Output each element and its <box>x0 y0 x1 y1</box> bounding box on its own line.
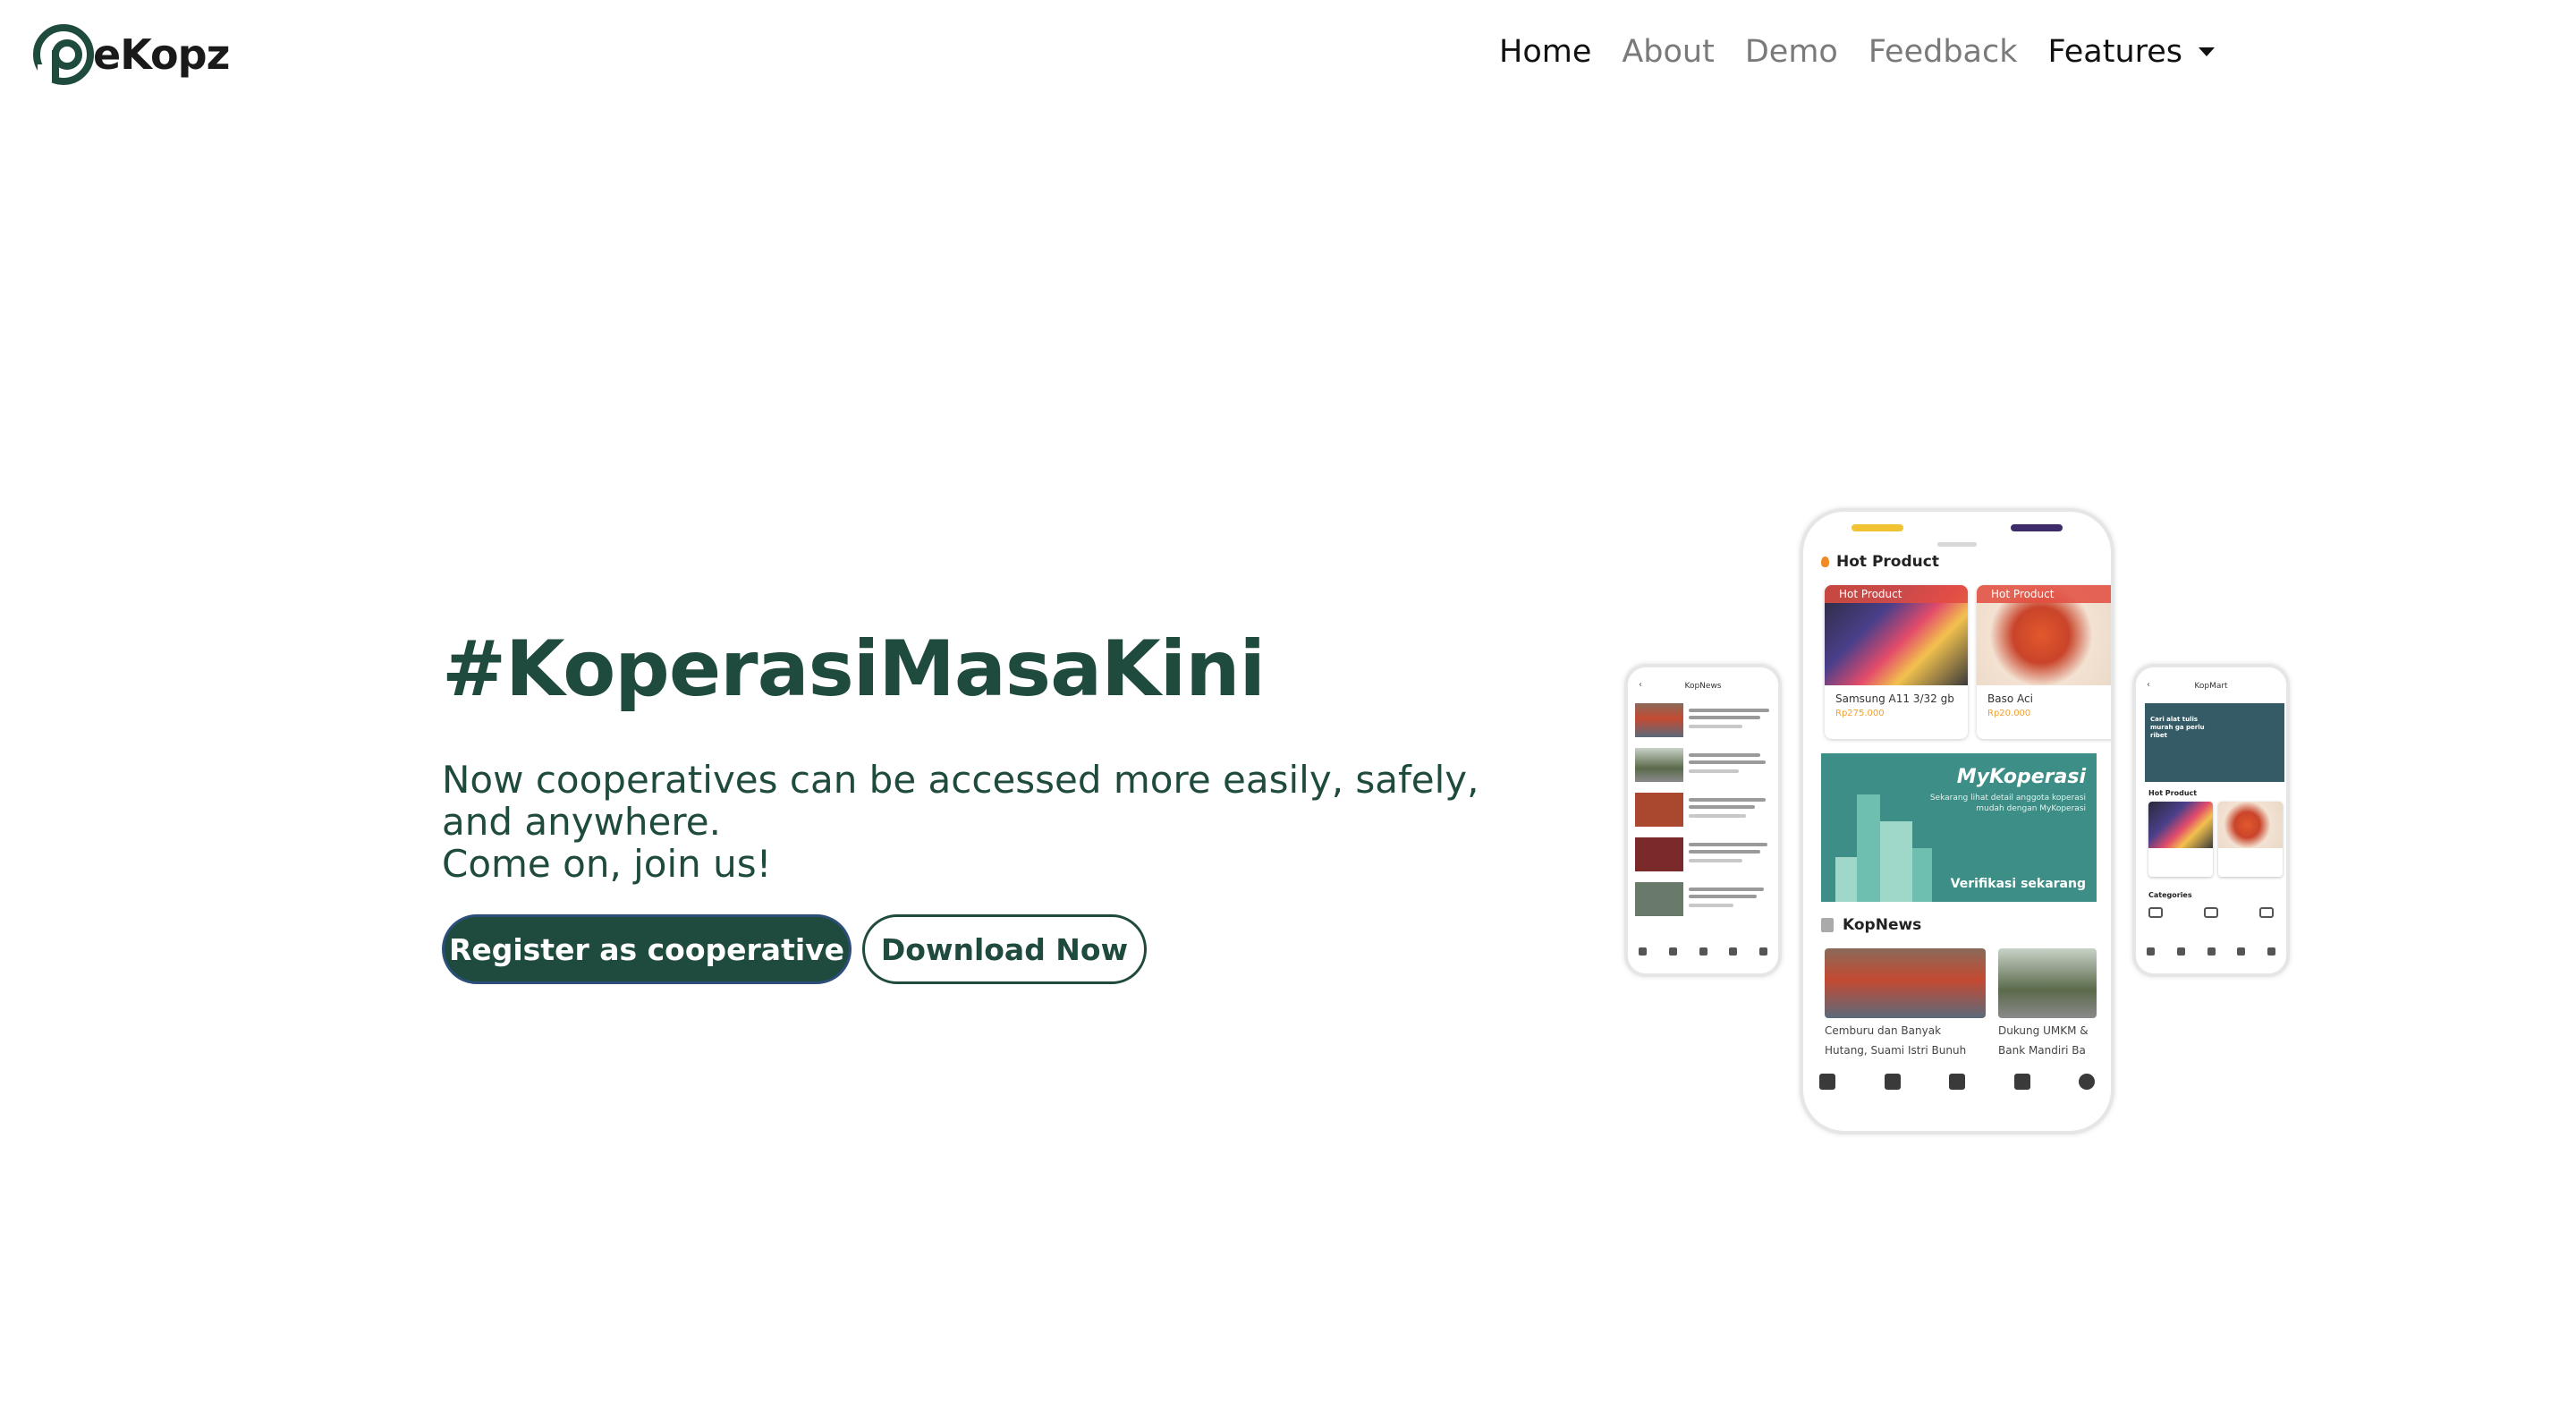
ekopz-logo-icon <box>33 24 94 85</box>
product-card <box>2148 802 2213 877</box>
product-name: Samsung A11 3/32 gb <box>1835 692 1954 705</box>
news-caption: Bank Mandiri Ba <box>1998 1044 2086 1057</box>
product-name: Baso Aci <box>1987 692 2033 705</box>
phone-bottom-nav <box>1639 947 1767 956</box>
hero-actions: Register as cooperative Download Now <box>442 914 1147 984</box>
news-list-item <box>1635 703 1778 739</box>
product-card <box>2218 802 2283 877</box>
brand-name: eKopz <box>93 30 230 79</box>
news-list-item <box>1635 793 1778 828</box>
kopnews-heading: KopNews <box>1821 916 1921 934</box>
news-card: Dukung UMKM & Bank Mandiri Ba <box>1998 948 2097 1065</box>
product-tag: Hot Product <box>1977 585 2111 603</box>
kopmart-banner: Cari alat tulis murah ga perlu ribet <box>2145 703 2284 782</box>
main-nav: Home About Demo Feedback Features <box>1499 34 2245 70</box>
store-icon <box>1884 1074 1901 1090</box>
hero-title: #KoperasiMasaKini <box>442 624 1266 714</box>
hot-product-heading: Hot Product <box>1821 553 1939 571</box>
nav-home[interactable]: Home <box>1499 34 1591 70</box>
news-icon <box>2013 1074 2030 1090</box>
news-caption: Dukung UMKM & <box>1998 1024 2089 1037</box>
profile-icon <box>2079 1074 2095 1090</box>
phone-notch <box>1852 524 2063 547</box>
phone-bottom-nav <box>1819 1068 2095 1095</box>
nav-feedback[interactable]: Feedback <box>1868 34 2018 70</box>
nav-features-label: Features <box>2047 34 2183 70</box>
news-list-item <box>1635 748 1778 784</box>
news-list-item <box>1635 882 1778 918</box>
mykoperasi-banner: MyKoperasi Sekarang lihat detail anggota… <box>1821 753 2097 902</box>
building-icon <box>1949 1074 1965 1090</box>
banner-text: Sekarang lihat detail anggota koperasi m… <box>1929 794 2086 813</box>
categories-heading: Categories <box>2148 891 2192 899</box>
nav-features-dropdown[interactable]: Features <box>2048 34 2216 70</box>
phone-header: KopMart <box>2194 682 2228 691</box>
brand-logo[interactable]: eKopz <box>32 23 230 86</box>
product-tag: Hot Product <box>1825 585 1968 603</box>
register-cooperative-button[interactable]: Register as cooperative <box>442 914 852 984</box>
news-caption: Cemburu dan Banyak <box>1825 1024 1942 1037</box>
banner-title: MyKoperasi <box>1956 766 2086 788</box>
fire-icon <box>1821 556 1829 567</box>
phone-mockup-main: Hot Product Hot Product Samsung A11 3/32… <box>1800 508 2114 1134</box>
home-icon <box>1819 1074 1835 1090</box>
news-caption: Hutang, Suami Istri Bunuh <box>1825 1044 1967 1057</box>
download-now-button[interactable]: Download Now <box>862 914 1147 984</box>
hero-subtitle-line: and anywhere. <box>442 800 721 844</box>
product-card: Hot Product Baso Aci Rp20.000 <box>1977 585 2111 739</box>
product-price: Rp20.000 <box>1987 709 2031 718</box>
news-card: Cemburu dan Banyak Hutang, Suami Istri B… <box>1825 948 1986 1065</box>
hot-product-label: Hot Product <box>1836 553 1939 571</box>
caret-down-icon <box>2199 47 2216 56</box>
phone-bottom-nav <box>2147 947 2275 956</box>
hero-subtitle-line: Come on, join us! <box>442 842 772 886</box>
news-image <box>1998 948 2097 1018</box>
category-icons <box>2148 907 2274 918</box>
phone-mockup-kopnews: ‹ KopNews <box>1624 664 1782 977</box>
phone-header: KopNews <box>1684 682 1722 691</box>
phone-mockup-kopmart: ‹ KopMart Cari alat tulis murah ga perlu… <box>2132 664 2290 977</box>
product-price: Rp275.000 <box>1835 709 1885 718</box>
hero-subtitle-line: Now cooperatives can be accessed more ea… <box>442 758 1479 802</box>
navbar: eKopz Home About Demo Feedback Features <box>0 0 2576 113</box>
verify-now-link: Verifikasi sekarang <box>1950 877 2086 891</box>
product-card: Hot Product Samsung A11 3/32 gb Rp275.00… <box>1825 585 1968 739</box>
nav-demo[interactable]: Demo <box>1745 34 1838 70</box>
kopnews-label: KopNews <box>1843 916 1922 934</box>
kopmart-banner-text: Cari alat tulis murah ga perlu ribet <box>2150 716 2205 739</box>
nav-about[interactable]: About <box>1622 34 1714 70</box>
newspaper-icon <box>1821 918 1834 932</box>
hot-product-heading: Hot Product <box>2148 789 2198 797</box>
news-list-item <box>1635 837 1778 873</box>
news-image <box>1825 948 1986 1018</box>
hero-subtitle: Now cooperatives can be accessed more ea… <box>442 759 1479 885</box>
